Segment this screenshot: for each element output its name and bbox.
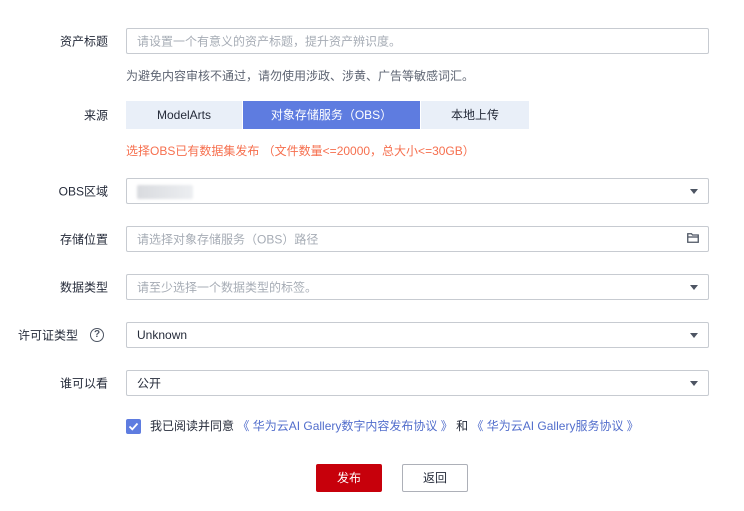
visibility-value: 公开: [137, 376, 162, 391]
obs-region-value-redacted: [137, 185, 193, 199]
chevron-down-icon: [690, 381, 698, 386]
service-agreement-link[interactable]: 《 华为云AI Gallery服务协议 》: [471, 419, 638, 433]
data-type-placeholder: 请至少选择一个数据类型的标签。: [137, 280, 318, 295]
chevron-down-icon: [690, 285, 698, 290]
asset-title-row: 资产标题 请设置一个有意义的资产标题，提升资产辨识度。: [0, 27, 744, 55]
license-type-row: 许可证类型 ? Unknown: [0, 321, 744, 349]
agreement-prefix: 我已阅读并同意: [150, 419, 235, 433]
source-option-obs[interactable]: 对象存储服务（OBS）: [243, 101, 420, 129]
source-option-modelarts[interactable]: ModelArts: [126, 101, 242, 129]
data-type-label: 数据类型: [59, 280, 108, 295]
obs-region-select[interactable]: [126, 178, 709, 204]
agreement-text: 我已阅读并同意 《 华为云AI Gallery数字内容发布协议 》 和 《 华为…: [150, 419, 639, 434]
storage-location-row: 存储位置 请选择对象存储服务（OBS）路径: [0, 225, 744, 253]
license-type-label: 许可证类型: [17, 328, 78, 343]
visibility-row: 谁可以看 公开: [0, 369, 744, 397]
obs-region-row: OBS区域: [0, 177, 744, 205]
content-publish-agreement-link[interactable]: 《 华为云AI Gallery数字内容发布协议 》: [237, 419, 452, 433]
asset-title-label: 资产标题: [59, 34, 108, 49]
visibility-label: 谁可以看: [59, 376, 108, 391]
source-label: 来源: [83, 108, 108, 123]
chevron-down-icon: [690, 189, 698, 194]
chevron-down-icon: [690, 333, 698, 338]
asset-title-hint: 为避免内容审核不通过，请勿使用涉政、涉黄、广告等敏感词汇。: [126, 69, 475, 83]
back-button[interactable]: 返回: [402, 464, 468, 492]
obs-region-label: OBS区域: [58, 184, 108, 199]
asset-title-input[interactable]: 请设置一个有意义的资产标题，提升资产辨识度。: [126, 28, 709, 54]
check-icon: [128, 422, 139, 431]
storage-location-input[interactable]: 请选择对象存储服务（OBS）路径: [126, 226, 709, 252]
license-type-value: Unknown: [137, 328, 188, 342]
publish-button[interactable]: 发布: [316, 464, 382, 492]
agreement-checkbox[interactable]: [126, 419, 141, 434]
license-type-select[interactable]: Unknown: [126, 322, 709, 348]
asset-title-placeholder: 请设置一个有意义的资产标题，提升资产辨识度。: [137, 34, 402, 49]
data-type-row: 数据类型 请至少选择一个数据类型的标签。: [0, 273, 744, 301]
storage-location-placeholder: 请选择对象存储服务（OBS）路径: [137, 232, 319, 247]
source-warning: 选择OBS已有数据集发布 （文件数量<=20000，总大小<=30GB）: [126, 144, 475, 158]
data-type-select[interactable]: 请至少选择一个数据类型的标签。: [126, 274, 709, 300]
visibility-select[interactable]: 公开: [126, 370, 709, 396]
folder-icon[interactable]: [687, 232, 699, 246]
source-option-local-upload[interactable]: 本地上传: [421, 101, 529, 129]
storage-location-label: 存储位置: [59, 232, 108, 247]
agreement-and: 和: [456, 419, 469, 433]
help-icon[interactable]: ?: [90, 328, 104, 342]
